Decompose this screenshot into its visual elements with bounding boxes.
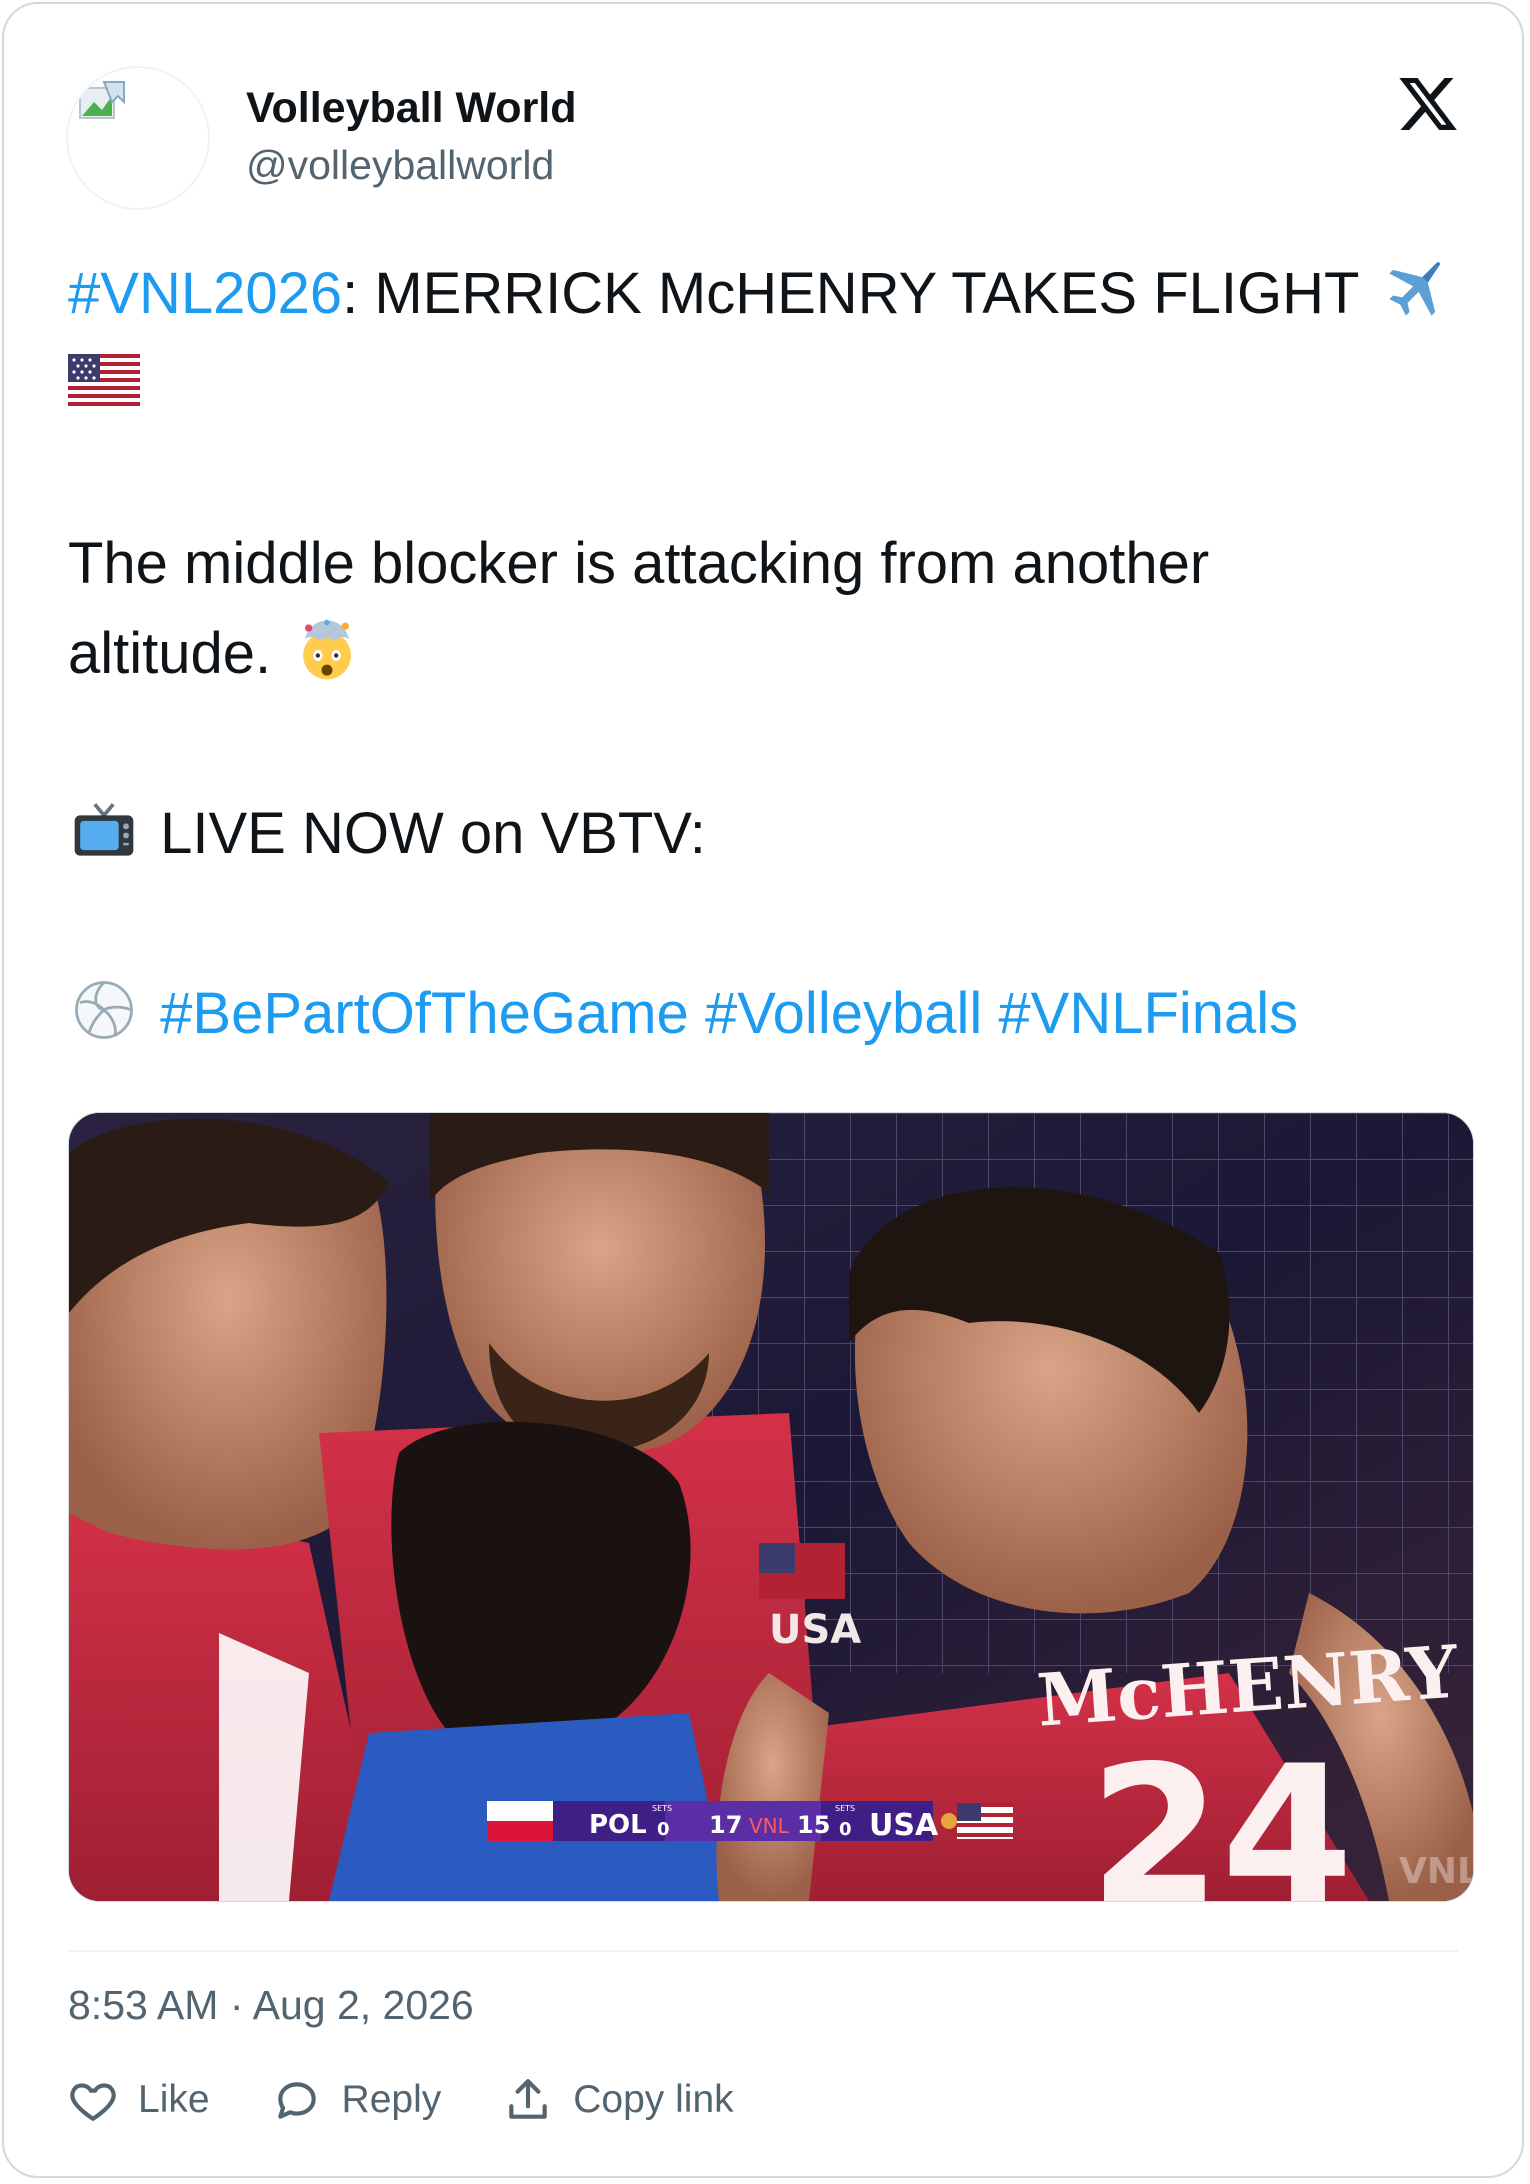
tweet-timestamp[interactable]: 8:53 AM · Aug 2, 2026	[68, 1982, 474, 2029]
score-left: 17	[709, 1811, 742, 1839]
score-team-left: POL	[589, 1810, 647, 1840]
x-logo-icon[interactable]	[1396, 72, 1460, 136]
vnl-watermark: VNL	[1399, 1851, 1473, 1892]
score-right: 15	[797, 1811, 830, 1839]
reply-bubble-icon	[277, 2082, 316, 2119]
player-back-head	[391, 1421, 691, 1733]
sets-right: 0	[839, 1819, 852, 1840]
television-icon	[74, 803, 134, 856]
author-name[interactable]: Volleyball World	[246, 84, 577, 133]
us-flag-icon	[68, 354, 140, 406]
share-upload-icon	[509, 2079, 548, 2119]
tweet-line-4: altitude.	[68, 609, 1468, 699]
hashtag-link[interactable]: #Volleyball	[705, 981, 982, 1046]
tweet-line-1: #VNL2026: MERRICK McHENRY TAKES FLIGHT	[68, 249, 1468, 339]
tweet-line-5: LIVE NOW on VBTV:	[68, 789, 1468, 879]
reply-label: Reply	[341, 2078, 442, 2121]
tweet-headline: : MERRICK McHENRY TAKES FLIGHT	[342, 261, 1359, 326]
sets-left: 0	[657, 1819, 670, 1840]
sets-label-right: SETS	[835, 1804, 855, 1813]
copy-link-button[interactable]: Copy link	[503, 2075, 734, 2125]
hashtag-link[interactable]: #BePartOfTheGame	[160, 981, 689, 1046]
reply-button[interactable]: Reply	[272, 2075, 442, 2125]
like-label: Like	[138, 2078, 210, 2121]
tweet-card: Volleyball World @volleyballworld #VNL20…	[2, 2, 1524, 2178]
divider	[68, 1950, 1458, 1952]
chest-text: USA	[769, 1607, 861, 1653]
broken-image-icon	[79, 81, 125, 119]
tweet-line-2	[68, 339, 1468, 429]
airplane-icon	[1388, 262, 1440, 316]
author-handle[interactable]: @volleyballworld	[246, 142, 554, 189]
hashtag-link[interactable]: #VNL2026	[68, 261, 342, 326]
live-now-text: LIVE NOW on VBTV:	[160, 801, 706, 866]
jersey-number: 24	[1089, 1725, 1353, 1901]
hashtag-link[interactable]: #VNLFinals	[998, 981, 1298, 1046]
exploding-head-icon	[303, 619, 352, 680]
score-league: VNL	[749, 1814, 790, 1838]
video-frame: USA McHENRY 24 VNL POL SETS 0 17 VNL 15 …	[69, 1113, 1473, 1901]
tweet-line-3: The middle blocker is attacking from ano…	[68, 531, 1210, 596]
tweet-media[interactable]: USA McHENRY 24 VNL POL SETS 0 17 VNL 15 …	[68, 1112, 1474, 1902]
like-button[interactable]: Like	[68, 2075, 210, 2125]
avatar[interactable]	[66, 66, 210, 210]
tweet-line-6: #BePartOfTheGame #Volleyball #VNLFinals	[68, 969, 1468, 1059]
score-team-right: USA	[869, 1808, 939, 1843]
tweet-body: #VNL2026: MERRICK McHENRY TAKES FLIGHT T…	[68, 249, 1468, 1059]
scoreboard: POL SETS 0 17 VNL 15 SETS 0 USA	[487, 1801, 1013, 1843]
volleyball-icon	[75, 981, 133, 1039]
copy-link-label: Copy link	[573, 2078, 734, 2121]
sets-label-left: SETS	[652, 1804, 672, 1813]
tweet-header: Volleyball World @volleyballworld	[66, 66, 1460, 212]
tweet-actions: Like Reply Copy link	[68, 2070, 796, 2130]
heart-icon	[70, 2083, 116, 2122]
